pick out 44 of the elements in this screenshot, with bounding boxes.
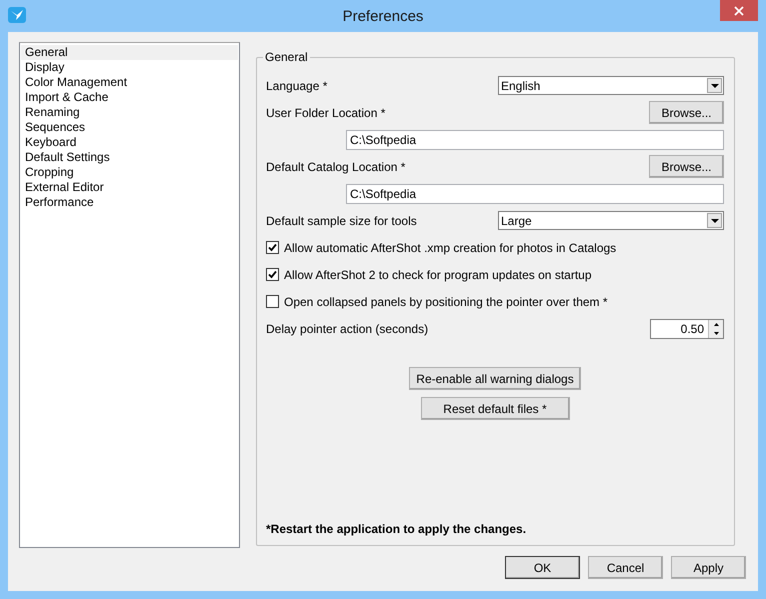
checkbox[interactable]	[266, 241, 279, 254]
close-icon	[734, 6, 744, 16]
category-item[interactable]: Renaming	[21, 105, 238, 120]
category-item[interactable]: Cropping	[21, 165, 238, 180]
dialog-button[interactable]: OK	[505, 556, 580, 579]
setting-label: User Folder Location *	[266, 106, 386, 120]
setting-label: Language *	[266, 78, 328, 92]
group-title: General	[263, 50, 310, 64]
browse-button[interactable]: Browse...	[649, 101, 724, 124]
category-item[interactable]: Import & Cache	[21, 90, 238, 105]
bird-icon	[8, 7, 26, 23]
window-title: Preferences	[342, 8, 424, 24]
category-item[interactable]: Display	[21, 60, 238, 75]
category-item[interactable]: Color Management	[21, 75, 238, 90]
path-field[interactable]: C:\Softpedia	[346, 184, 724, 204]
action-button[interactable]: Re-enable all warning dialogs	[409, 367, 581, 390]
setting-label: Delay pointer action (seconds)	[266, 322, 428, 336]
path-field[interactable]: C:\Softpedia	[346, 130, 724, 150]
restart-note: *Restart the application to apply the changes.	[266, 522, 528, 538]
spin-box[interactable]: 0.50	[650, 318, 724, 338]
dropdown-arrow-icon	[710, 218, 718, 222]
close-button[interactable]	[720, 0, 758, 21]
category-item[interactable]: Keyboard	[21, 135, 238, 150]
setting-label: Default Catalog Location *	[266, 160, 406, 174]
category-item[interactable]: Performance	[21, 195, 238, 210]
browse-button[interactable]: Browse...	[649, 155, 724, 178]
category-item[interactable]: Sequences	[21, 120, 238, 135]
dropdown-arrow-icon	[710, 84, 718, 88]
dialog-button[interactable]: Apply	[671, 556, 746, 579]
category-item[interactable]: General	[21, 45, 238, 60]
category-item[interactable]: Default Settings	[21, 150, 238, 165]
dropdown[interactable]: Large	[498, 211, 724, 230]
checkbox[interactable]	[266, 295, 279, 308]
action-button[interactable]: Reset default files *	[420, 397, 570, 420]
setting-label: Default sample size for tools	[266, 214, 417, 228]
spin-up-icon	[714, 322, 718, 326]
checkbox-label: Allow automatic AfterShot .xmp creation for photos in Catalogs	[284, 240, 616, 254]
checkbox-label: Open collapsed panels by positioning the pointer over them *	[284, 294, 608, 308]
spin-down-icon	[714, 332, 718, 334]
dialog-button[interactable]: Cancel	[588, 556, 663, 579]
category-item[interactable]: External Editor	[21, 180, 238, 195]
dropdown[interactable]: English	[498, 76, 724, 95]
checkbox-label: Allow AfterShot 2 to check for program updates on startup	[284, 268, 592, 282]
checkbox[interactable]	[266, 268, 279, 281]
